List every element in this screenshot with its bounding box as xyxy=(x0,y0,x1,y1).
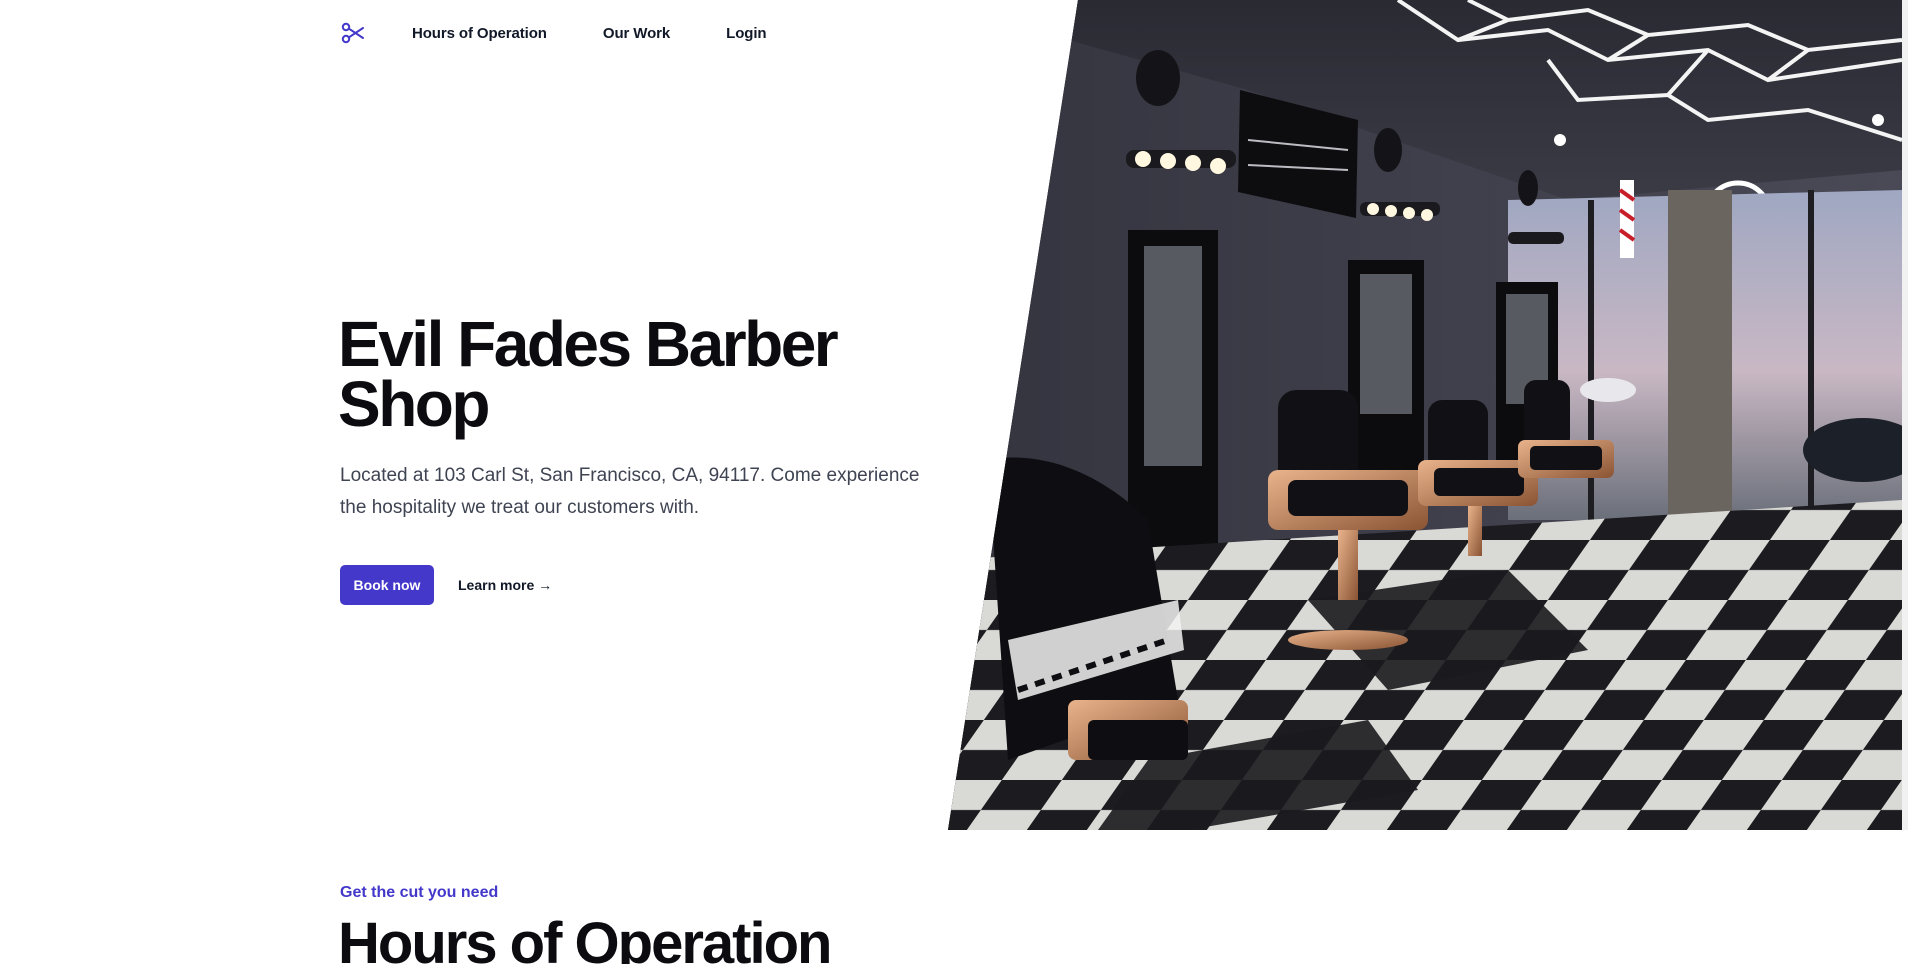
landing-page: Hours of Operation Our Work Login Evil F… xyxy=(0,0,1908,964)
book-now-button[interactable]: Book now xyxy=(340,565,434,605)
section-title-hours: Hours of Operation xyxy=(338,911,832,964)
barber-shop-interior-photo xyxy=(948,0,1902,830)
learn-more-link[interactable]: Learn more → xyxy=(458,565,552,605)
section-eyebrow: Get the cut you need xyxy=(340,884,499,901)
scissors-icon[interactable] xyxy=(340,20,366,46)
nav-link-our-work[interactable]: Our Work xyxy=(603,25,670,42)
hero-title: Evil Fades Barber Shop xyxy=(338,308,839,440)
top-nav: Hours of Operation Our Work Login xyxy=(340,20,822,46)
scrollbar[interactable] xyxy=(1902,0,1908,830)
nav-link-login[interactable]: Login xyxy=(726,25,766,42)
hero-description: Located at 103 Carl St, San Francisco, C… xyxy=(340,465,920,518)
nav-link-hours[interactable]: Hours of Operation xyxy=(412,25,547,42)
